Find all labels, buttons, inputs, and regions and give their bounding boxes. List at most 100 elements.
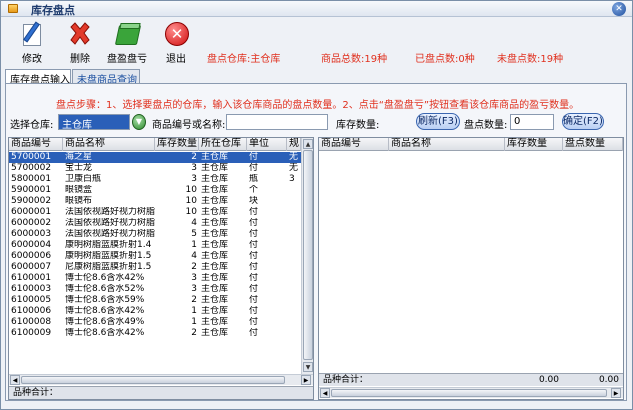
table-cell: 10 — [185, 196, 197, 206]
confirm-button[interactable]: 确定(F2) — [562, 113, 604, 130]
edit-label: 修改 — [22, 54, 42, 65]
profit-loss-label: 盘盈盘亏 — [107, 54, 147, 65]
table-row[interactable]: 6000006 康明树脂蓝膜折射1.5 4 主仓库 付 — [9, 251, 301, 262]
product-search-input[interactable] — [226, 114, 328, 130]
exit-icon: ✕ — [162, 21, 190, 47]
tab-unchecked-query[interactable]: 未盘商品查询 — [72, 69, 140, 86]
left-table-footer: 品种合计： — [9, 386, 313, 399]
table-cell: 5800001 — [11, 174, 52, 184]
table-cell: 眼镜盒 — [65, 185, 93, 195]
title-bar: 库存盘点 ✕ — [1, 1, 632, 17]
table-row[interactable]: 5800001 卫康白瓶 3 主仓库 瓶 3 — [9, 174, 301, 185]
col-spec[interactable]: 规 — [287, 138, 301, 151]
table-row[interactable]: 6100003 博士伦8.6含水52% 3 主仓库 付 — [9, 284, 301, 295]
col-code[interactable]: 商品编号 — [319, 138, 389, 151]
table-cell: 博士伦8.6含水42% — [65, 306, 145, 316]
table-row[interactable]: 6100006 博士伦8.6含水42% 1 主仓库 付 — [9, 306, 301, 317]
col-stock[interactable]: 库存数量 — [505, 138, 563, 151]
col-code[interactable]: 商品编号 — [9, 138, 63, 151]
toolbar: 修改 删除 盘盈盘亏 ✕ 退出 盘点仓库:主仓库 商品总数:19种 已盘点数:0… — [1, 18, 632, 68]
table-cell: 法国依视路好视力树脂 — [65, 218, 155, 228]
table-cell: 6100001 — [11, 273, 52, 283]
col-unit[interactable]: 单位 — [247, 138, 287, 151]
col-count[interactable]: 盘点数量 — [563, 138, 623, 151]
profit-loss-icon — [113, 21, 142, 47]
scroll-left-icon[interactable]: ◀ — [320, 388, 330, 398]
table-row[interactable]: 6000003 法国依视路好视力树脂 5 主仓库 付 — [9, 229, 301, 240]
left-horizontal-scrollbar[interactable]: ◀ ▶ — [9, 374, 313, 385]
table-cell: 无 — [289, 163, 299, 173]
delete-button[interactable]: 删除 — [65, 21, 95, 65]
table-row[interactable]: 6000004 康明树脂蓝膜折射1.4 1 主仓库 付 — [9, 240, 301, 251]
table-row[interactable]: 6100005 博士伦8.6含水59% 2 主仓库 付 — [9, 295, 301, 306]
table-row[interactable]: 6100009 博士伦8.6含水42% 2 主仓库 付 — [9, 328, 301, 339]
left-hscroll-thumb[interactable] — [21, 376, 285, 384]
warehouse-select[interactable]: 主仓库 — [58, 114, 130, 130]
scroll-down-icon[interactable]: ▼ — [303, 362, 313, 372]
exit-button[interactable]: ✕ 退出 — [161, 21, 191, 65]
table-cell: 主仓库 — [201, 251, 229, 261]
table-cell: 6100003 — [11, 284, 52, 294]
count-qty-input[interactable]: 0 — [510, 114, 554, 130]
left-vertical-scrollbar[interactable]: ▲ ▼ — [301, 138, 313, 374]
table-cell — [287, 251, 301, 262]
stat-warehouse: 盘点仓库:主仓库 — [207, 54, 281, 65]
scroll-left-icon[interactable]: ◀ — [10, 375, 20, 385]
table-cell — [287, 240, 301, 251]
table-cell: 付 — [249, 306, 259, 316]
table-cell: 主仓库 — [201, 284, 229, 294]
profit-loss-button[interactable]: 盘盈盘亏 — [105, 21, 149, 65]
table-cell: 3 — [191, 284, 197, 294]
table-row[interactable]: 6100001 博士伦8.6含水42% 3 主仓库 付 — [9, 273, 301, 284]
table-cell: 付 — [249, 152, 259, 162]
inventory-table[interactable]: 商品编号 商品名称 库存数量 所在仓库 单位 规 5700001 海之星 2 主仓库付… — [8, 137, 314, 400]
table-cell: 付 — [249, 273, 259, 283]
table-cell: 6000001 — [11, 207, 52, 217]
table-row[interactable]: 6000002 法国依视路好视力树脂 4 主仓库 付 — [9, 218, 301, 229]
col-name[interactable]: 商品名称 — [63, 138, 155, 151]
table-cell: 主仓库 — [201, 328, 229, 338]
right-horizontal-scrollbar[interactable]: ◀ ▶ — [319, 387, 623, 398]
tab-inventory-input[interactable]: 库存盘点输入 — [5, 69, 71, 86]
table-cell: 主仓库 — [201, 163, 229, 173]
scroll-right-icon[interactable]: ▶ — [301, 375, 311, 385]
table-cell: 主仓库 — [201, 196, 229, 206]
table-cell — [287, 218, 301, 229]
right-hscroll-thumb[interactable] — [331, 389, 607, 397]
scroll-right-icon[interactable]: ▶ — [611, 388, 621, 398]
col-warehouse[interactable]: 所在仓库 — [199, 138, 247, 151]
refresh-button[interactable]: 刷新(F3) — [416, 113, 460, 130]
table-cell: 个 — [249, 185, 259, 195]
table-cell: 1 — [191, 306, 197, 316]
chevron-down-icon[interactable]: ▼ — [132, 114, 146, 130]
delete-icon — [66, 21, 94, 47]
col-stock[interactable]: 库存数量 — [155, 138, 199, 151]
table-cell: 付 — [249, 284, 259, 294]
table-cell: 主仓库 — [201, 152, 229, 162]
table-row[interactable]: 5900001 眼镜盒 10 主仓库 个 — [9, 185, 301, 196]
table-row[interactable]: 5700002 宝士龙 3 主仓库 付 无 — [9, 163, 301, 174]
steps-instruction: 盘点步骤：1、选择要盘点的仓库，输入该仓库商品的盘点数量。2、点击“盘盈盘亏”按… — [56, 100, 580, 111]
scroll-up-icon[interactable]: ▲ — [303, 139, 313, 149]
table-row[interactable]: 6100008 博士伦8.6含水49% 1 主仓库 付 — [9, 317, 301, 328]
table-row[interactable]: 6000001 法国依视路好视力树脂 10 主仓库 付 — [9, 207, 301, 218]
table-row[interactable]: 5900002 眼镜布 10 主仓库 块 — [9, 196, 301, 207]
table-row[interactable]: 6000007 尼康树脂蓝膜折射1.5 2 主仓库 付 — [9, 262, 301, 273]
table-row[interactable]: 5700001 海之星 2 主仓库 付 无 — [9, 152, 301, 163]
edit-button[interactable]: 修改 — [17, 21, 47, 65]
table-cell: 主仓库 — [201, 306, 229, 316]
table-cell: 主仓库 — [201, 185, 229, 195]
table-cell: 付 — [249, 218, 259, 228]
table-cell: 付 — [249, 328, 259, 338]
left-scroll-thumb[interactable] — [303, 150, 313, 360]
close-icon[interactable]: ✕ — [612, 2, 626, 16]
table-cell: 瓶 — [249, 174, 259, 184]
exit-label: 退出 — [166, 54, 186, 65]
check-result-table[interactable]: 商品编号 商品名称 库存数量 盘点数量 品种合计： 0.00 0.00 ◀ ▶ — [318, 137, 624, 400]
table-cell — [287, 229, 301, 240]
table-cell: 6000004 — [11, 240, 52, 250]
table-cell: 1 — [191, 240, 197, 250]
table-cell: 6000006 — [11, 251, 52, 261]
col-name[interactable]: 商品名称 — [389, 138, 505, 151]
table-cell: 主仓库 — [201, 317, 229, 327]
